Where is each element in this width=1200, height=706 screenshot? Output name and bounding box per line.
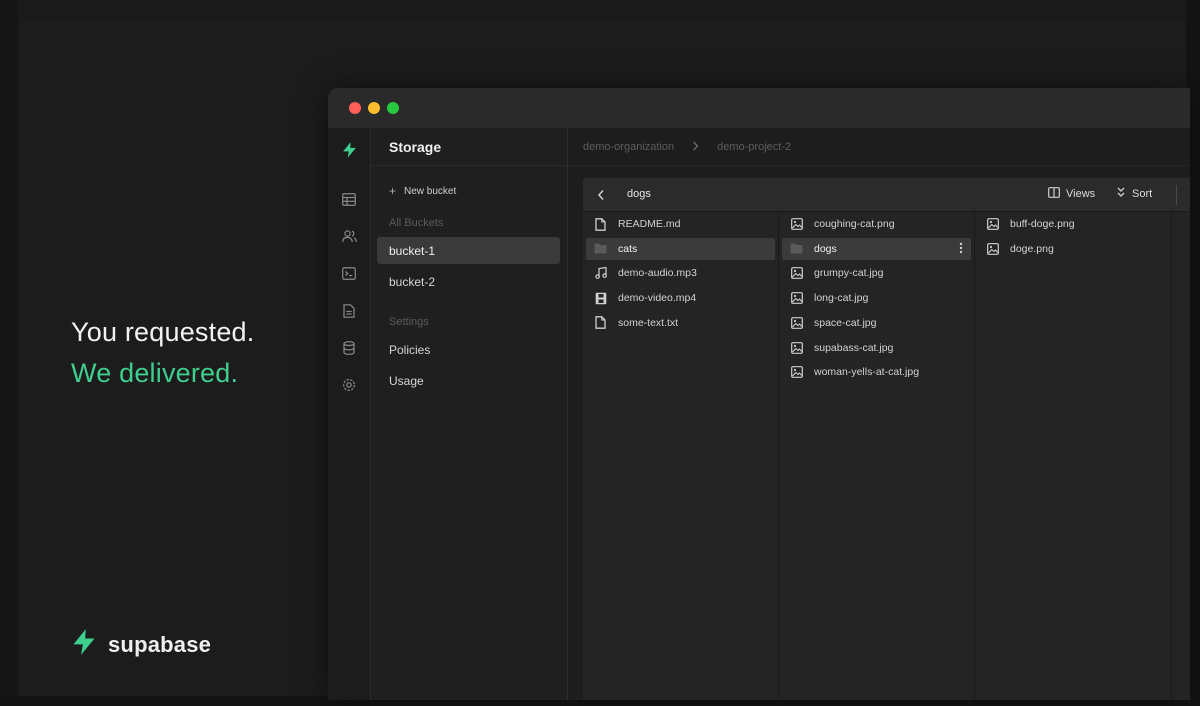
- file-icon: [594, 217, 607, 231]
- file-name: cats: [618, 242, 638, 255]
- back-chevron-icon[interactable]: [597, 188, 605, 206]
- main-content: demo-organization demo-project-2 dogs Vi…: [568, 128, 1190, 700]
- breadcrumb-organization[interactable]: demo-organization: [583, 141, 674, 153]
- file-name: long-cat.jpg: [814, 292, 869, 305]
- hero-headline: You requested. We delivered.: [71, 312, 254, 394]
- file-name: space-cat.jpg: [814, 316, 877, 329]
- image-icon: [790, 218, 803, 231]
- sidebar-item-usage[interactable]: Usage: [377, 367, 560, 394]
- file-name: coughing-cat.png: [814, 218, 895, 230]
- sidebar-item-bucket-2[interactable]: bucket-2: [377, 268, 560, 295]
- file-name: dogs: [814, 242, 837, 255]
- file-item[interactable]: coughing-cat.png: [782, 213, 971, 235]
- file-item[interactable]: long-cat.jpg: [782, 287, 971, 309]
- file-item[interactable]: grumpy-cat.jpg: [782, 262, 971, 284]
- breadcrumb: demo-organization demo-project-2: [568, 128, 1190, 166]
- views-button[interactable]: Views: [1048, 187, 1095, 201]
- columns-icon: [1048, 187, 1060, 201]
- image-icon: [790, 292, 803, 305]
- file-browser: dogs Views Sort README.md cats demo-audi…: [583, 178, 1190, 700]
- more-options-icon[interactable]: [959, 242, 963, 257]
- icon-rail: [328, 128, 371, 700]
- table-editor-icon[interactable]: [341, 192, 357, 208]
- file-item[interactable]: README.md: [586, 213, 775, 235]
- file-icon: [594, 316, 607, 330]
- views-label: Views: [1066, 188, 1096, 200]
- hero-line-2: We delivered.: [71, 358, 239, 388]
- settings-section-label: Settings: [389, 316, 429, 328]
- new-bucket-label: New bucket: [404, 185, 457, 197]
- file-name: grumpy-cat.jpg: [814, 267, 884, 280]
- folder-item[interactable]: dogs: [782, 237, 971, 260]
- database-icon[interactable]: [341, 340, 357, 356]
- breadcrumb-project[interactable]: demo-project-2: [717, 141, 791, 153]
- close-window-button[interactable]: [349, 102, 361, 114]
- image-icon: [790, 366, 803, 379]
- brand-name: supabase: [108, 631, 212, 657]
- folder-icon: [594, 242, 607, 255]
- image-icon: [986, 218, 999, 231]
- folder-item[interactable]: cats: [586, 237, 775, 260]
- image-icon: [790, 267, 803, 280]
- image-icon: [986, 242, 999, 255]
- file-name: doge.png: [1010, 242, 1054, 255]
- image-icon: [790, 341, 803, 354]
- hero-line-1: You requested.: [71, 317, 255, 347]
- file-column-2: coughing-cat.png dogs grumpy-cat.jpg long-c…: [779, 212, 975, 700]
- file-item[interactable]: space-cat.jpg: [782, 312, 971, 334]
- sort-button[interactable]: Sort: [1116, 187, 1152, 201]
- sidebar-title: Storage: [371, 128, 567, 166]
- file-item[interactable]: supabass-cat.jpg: [782, 337, 971, 359]
- minimize-window-button[interactable]: [368, 102, 380, 114]
- sort-icon: [1116, 187, 1126, 201]
- file-item[interactable]: demo-audio.mp3: [586, 262, 775, 284]
- current-path: dogs: [627, 188, 651, 200]
- file-name: demo-video.mp4: [618, 292, 697, 305]
- file-item[interactable]: demo-video.mp4: [586, 287, 775, 309]
- sidebar-item-policies[interactable]: Policies: [377, 336, 560, 363]
- sort-label: Sort: [1132, 188, 1153, 200]
- file-column-1: README.md cats demo-audio.mp3 demo-video.mp…: [583, 212, 779, 700]
- backdrop-left: [0, 0, 18, 706]
- maximize-window-button[interactable]: [387, 102, 399, 114]
- storage-sidebar: Storage + New bucket All Buckets bucket-…: [371, 128, 568, 700]
- file-item[interactable]: some-text.txt: [586, 312, 775, 334]
- plus-icon: +: [389, 184, 397, 198]
- file-name: woman-yells-at-cat.jpg: [814, 366, 920, 379]
- file-item[interactable]: doge.png: [978, 238, 1167, 260]
- file-name: demo-audio.mp3: [618, 267, 697, 280]
- file-item[interactable]: woman-yells-at-cat.jpg: [782, 361, 971, 383]
- image-icon: [790, 316, 803, 329]
- bolt-logo-icon: [70, 628, 98, 661]
- file-name: supabass-cat.jpg: [814, 341, 894, 354]
- brand-logo: supabase: [70, 628, 211, 661]
- all-buckets-label: All Buckets: [389, 217, 444, 229]
- file-columns: README.md cats demo-audio.mp3 demo-video.mp…: [583, 212, 1190, 700]
- folder-icon: [790, 242, 803, 255]
- settings-gear-icon[interactable]: [341, 377, 357, 393]
- document-icon[interactable]: [341, 303, 357, 319]
- users-icon[interactable]: [341, 229, 357, 245]
- file-name: buff-doge.png: [1010, 218, 1075, 230]
- app-body: Storage + New bucket All Buckets bucket-…: [328, 128, 1190, 700]
- file-name: some-text.txt: [618, 316, 679, 329]
- toolbar-divider: [1176, 185, 1177, 205]
- file-column-3: buff-doge.png doge.png: [975, 212, 1172, 700]
- file-item[interactable]: buff-doge.png: [978, 213, 1167, 235]
- window-titlebar: [328, 88, 1190, 128]
- app-window: Storage + New bucket All Buckets bucket-…: [328, 88, 1190, 700]
- sidebar-item-bucket-1[interactable]: bucket-1: [377, 237, 560, 264]
- film-icon: [594, 292, 607, 305]
- supabase-home-icon[interactable]: [341, 140, 358, 165]
- file-name: README.md: [618, 218, 681, 230]
- chevron-right-icon: [692, 140, 699, 154]
- terminal-icon[interactable]: [341, 266, 357, 282]
- backdrop-top: [0, 0, 1200, 20]
- music-icon: [594, 267, 607, 280]
- new-bucket-button[interactable]: + New bucket: [389, 184, 456, 198]
- file-browser-toolbar: dogs Views Sort: [583, 178, 1190, 212]
